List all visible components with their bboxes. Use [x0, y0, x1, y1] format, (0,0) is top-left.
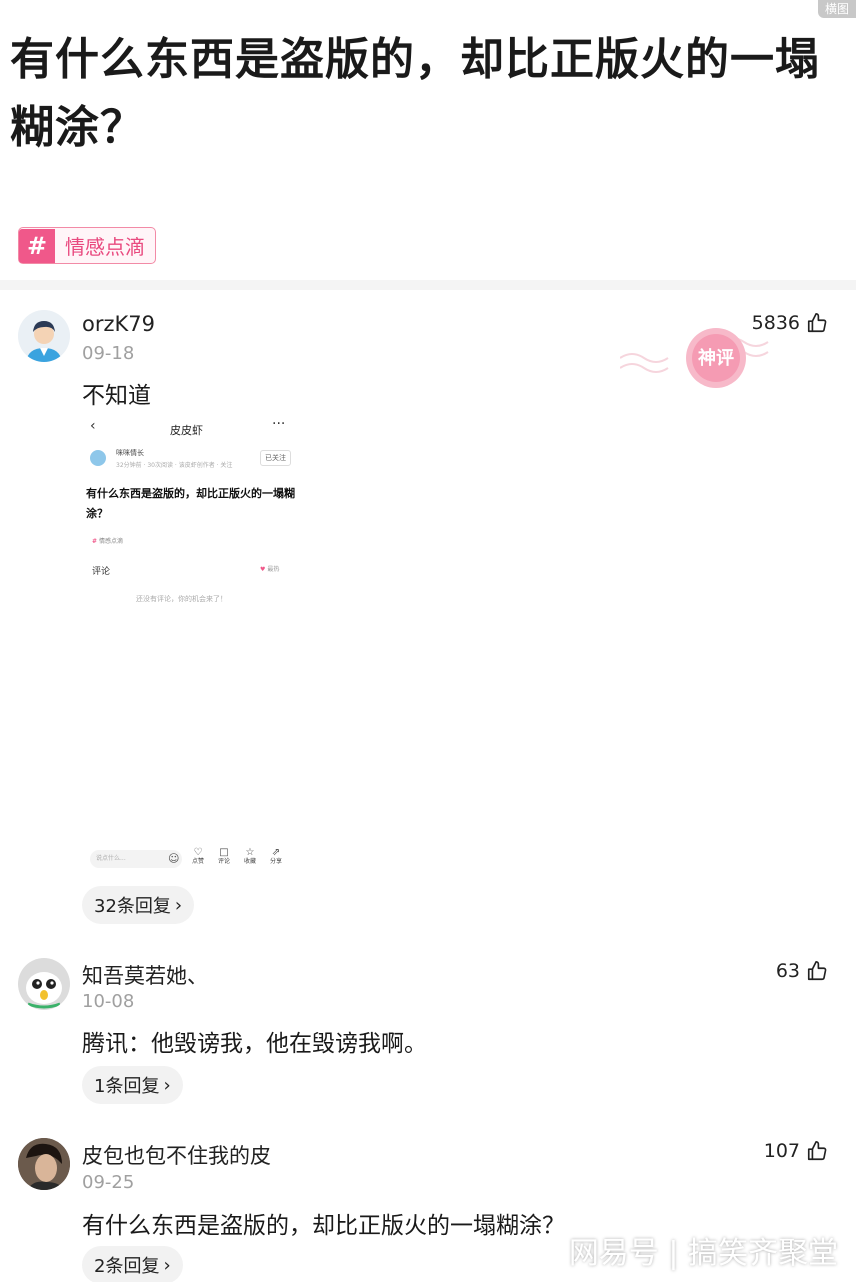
embedded-title: 有什么东西是盗版的，却比正版火的一塌糊涂？ [86, 487, 295, 520]
comment-text: 有什么东西是盗版的，却比正版火的一塌糊涂？ [82, 1213, 565, 1239]
embedded-avatar [90, 450, 106, 466]
comment-username[interactable]: 皮包也包不住我的皮 [82, 1140, 271, 1170]
chevron-right-icon: › [163, 1254, 171, 1276]
comment-text: 腾讯：他毁谤我，他在毁谤我啊。 [82, 1031, 427, 1057]
embedded-screenshot[interactable]: ‹ 皮皮虾 ··· 咪咪情长 32分钟前 · 30次阅读 · 该皮虾创作者 · … [82, 408, 304, 880]
avatar[interactable] [18, 958, 70, 1010]
watermark: 网易号 | 搞笑齐聚堂 [568, 1236, 838, 1271]
embedded-favorite-action: ☆ 收藏 [243, 847, 256, 866]
reply-count: 2条回复 [94, 1256, 160, 1277]
embedded-author: 咪咪情长 32分钟前 · 30次阅读 · 该皮虾创作者 · 关注 已关注 [90, 448, 294, 474]
reply-count: 1条回复 [94, 1076, 160, 1097]
thumbs-up-icon [807, 961, 827, 981]
stamp-text: 神评 [698, 347, 734, 369]
emoji-icon: ☺ [168, 852, 180, 865]
like-count: 63 [775, 960, 800, 982]
comment-date: 10-08 [82, 991, 135, 1012]
view-replies-button[interactable]: 1条回复 › [82, 1066, 183, 1104]
section-divider [0, 280, 856, 290]
god-comment-stamp: 神评 [619, 318, 770, 398]
more-icon: ··· [272, 416, 286, 432]
corner-badge: 横图 [818, 0, 856, 18]
embedded-author-meta: 32分钟前 · 30次阅读 · 该皮虾创作者 · 关注 [116, 462, 233, 469]
comment-username[interactable]: orzK79 [82, 312, 155, 336]
avatar[interactable] [18, 1138, 70, 1190]
embedded-follow-button: 已关注 [260, 450, 291, 466]
embedded-share-action: ⇗ 分享 [269, 847, 282, 866]
embedded-comment-label: 评论 [92, 567, 111, 577]
view-replies-button[interactable]: 2条回复 › [82, 1246, 183, 1282]
embedded-hot-label: ♥ 最热 [260, 566, 280, 573]
topic-tag-label: 情感点滴 [65, 235, 145, 259]
embedded-nav: ‹ 皮皮虾 ··· [82, 414, 292, 438]
topic-tag[interactable]: # 情感点滴 [18, 227, 156, 264]
embedded-like-action: ♡ 点赞 [191, 847, 204, 866]
hashtag-icon: # [19, 228, 55, 263]
embedded-author-name: 咪咪情长 [116, 449, 144, 457]
thumbs-up-icon [807, 1141, 827, 1161]
embedded-bottom-bar: 说点什么... ☺ ♡ 点赞 □ 评论 ☆ 收藏 ⇗ 分享 [90, 848, 296, 872]
comment-date: 09-18 [82, 343, 135, 364]
embedded-nav-title: 皮皮虾 [170, 424, 203, 437]
comment-username[interactable]: 知吾莫若她、 [82, 960, 208, 990]
chevron-right-icon: › [163, 1074, 171, 1096]
reply-count: 32条回复 [94, 896, 171, 917]
post-title: 有什么东西是盗版的，却比正版火的一塌糊涂？ [10, 34, 820, 153]
embedded-comment-action: □ 评论 [217, 847, 230, 866]
comment-text: 不知道 [82, 383, 151, 409]
like-button[interactable]: 107 [764, 1140, 828, 1162]
like-button[interactable]: 63 [776, 960, 828, 982]
thumbs-up-icon [807, 313, 827, 333]
embedded-empty-hint: 还没有评论，你的机会来了！ [136, 595, 227, 603]
embedded-tag: # 情感点滴 [92, 538, 123, 545]
like-count: 107 [763, 1140, 800, 1162]
chevron-right-icon: › [174, 894, 183, 916]
view-replies-button[interactable]: 32条回复 › [82, 886, 195, 924]
avatar[interactable] [18, 310, 70, 362]
back-arrow-icon: ‹ [90, 418, 96, 434]
comment-date: 09-25 [82, 1172, 135, 1193]
